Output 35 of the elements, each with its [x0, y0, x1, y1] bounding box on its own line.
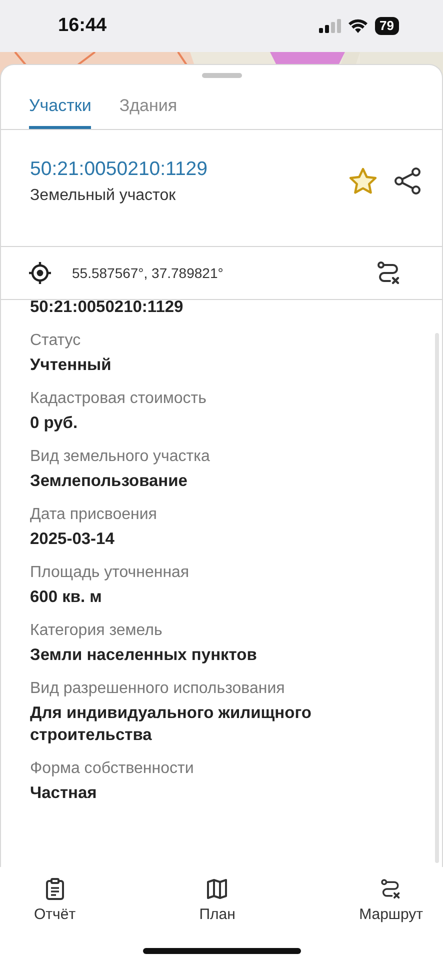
field-value: Частная: [30, 783, 98, 804]
field-label: Дата присвоения: [30, 505, 158, 524]
field-value: 600 кв. м: [30, 587, 103, 608]
field-label: Вид земельного участка: [30, 447, 211, 466]
field-value: 2025-03-14: [30, 529, 116, 550]
field-value: 50:21:0050210:1129: [30, 297, 184, 318]
route-icon[interactable]: [376, 259, 402, 287]
star-icon[interactable]: [348, 167, 378, 195]
field-label: Площадь уточненная: [30, 563, 190, 582]
parcel-number: 50:21:0050210:1129: [30, 158, 208, 180]
coordinates: 55.587567°, 37.789821°: [72, 265, 224, 281]
status-time: 16:44: [58, 15, 107, 37]
field-label: Категория земель: [30, 621, 164, 640]
signal-icon: [318, 19, 341, 33]
wifi-icon: [348, 18, 368, 34]
tab[interactable]: Здания: [119, 78, 178, 129]
location-target-icon[interactable]: [28, 261, 52, 285]
nav-button[interactable]: Отчёт: [34, 877, 76, 937]
field-value: Землепользование: [30, 471, 188, 492]
field-value: Учтенный: [30, 355, 112, 376]
parcel-type: Земельный участок: [30, 186, 177, 204]
share-icon[interactable]: [394, 167, 422, 195]
field-value: Для индивидуального жилищного строительства: [30, 703, 312, 746]
field-label: Статус: [30, 331, 82, 350]
field-label: Форма собственности: [30, 759, 195, 778]
field-label: Кадастровая стоимость: [30, 389, 208, 408]
nav-button[interactable]: Маршрут: [359, 877, 423, 937]
tab[interactable]: Участки: [29, 78, 92, 129]
nav-button[interactable]: План: [199, 877, 236, 937]
map-icon: [205, 877, 230, 901]
field-value: Земли населенных пунктов: [30, 645, 258, 666]
field-label: Вид разрешенного использования: [30, 679, 286, 698]
battery-level: 79: [374, 17, 399, 35]
field-value: 0 руб.: [30, 413, 79, 434]
drag-handle[interactable]: [202, 73, 242, 78]
